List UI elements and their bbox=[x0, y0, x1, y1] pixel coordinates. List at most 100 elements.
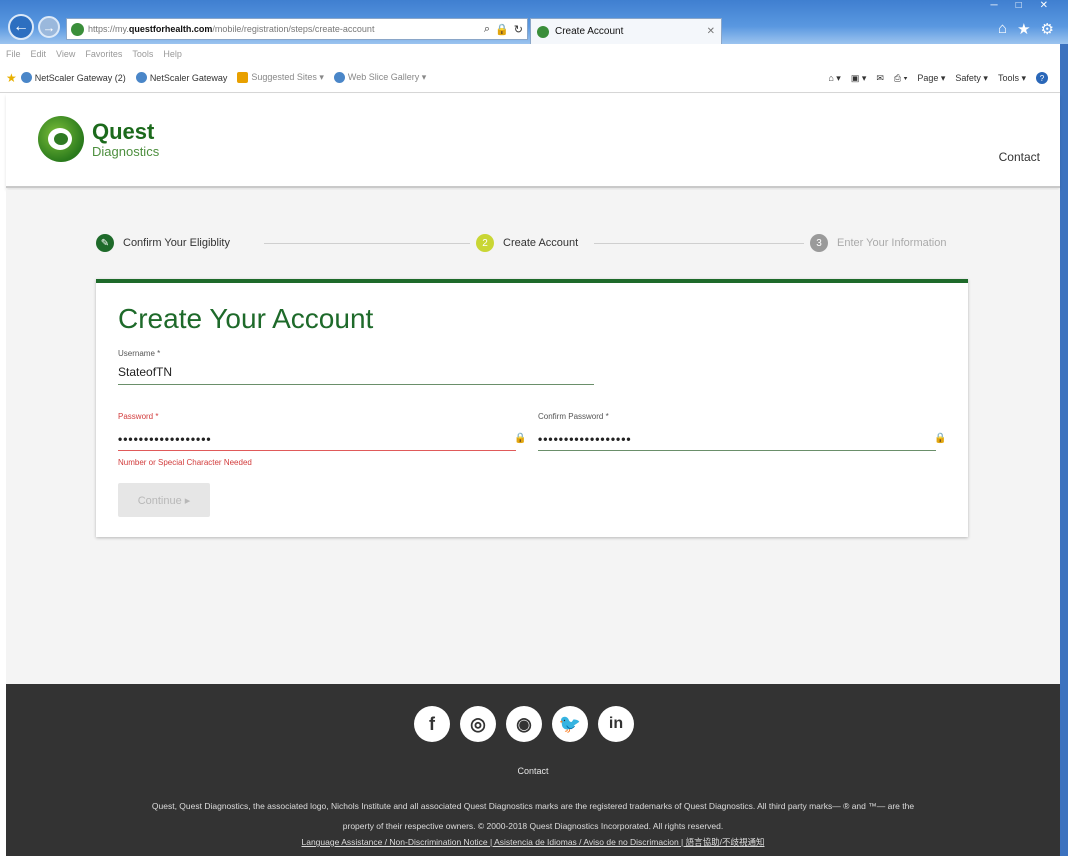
logo-subtitle: Diagnostics bbox=[92, 143, 160, 159]
stepper-connector bbox=[594, 243, 810, 244]
quest-logo[interactable]: Quest Diagnostics bbox=[38, 116, 159, 162]
favorite-netscaler[interactable]: NetScaler Gateway bbox=[135, 72, 228, 83]
site-footer: f ◎ ◉ 🐦 in Contact Quest, Quest Diagnost… bbox=[6, 684, 1060, 856]
confirm-password-field[interactable] bbox=[538, 430, 928, 448]
home-icon[interactable]: ⌂ bbox=[998, 20, 1007, 38]
favorites-star-icon[interactable]: ★ bbox=[6, 71, 17, 85]
step-confirm-eligibility: ✎ Confirm Your Eligiblity bbox=[96, 234, 236, 252]
netscaler-icon bbox=[20, 72, 32, 83]
url-domain: questforhealth.com bbox=[128, 24, 213, 34]
arrow-left-icon: ← bbox=[13, 18, 29, 35]
username-label: Username * bbox=[118, 349, 161, 358]
step-label: Enter Your Information bbox=[837, 237, 947, 249]
pencil-check-icon: ✎ bbox=[96, 234, 114, 252]
favorites-bar: ★ NetScaler Gateway (2) NetScaler Gatewa… bbox=[0, 63, 1068, 93]
quest-logo-icon bbox=[38, 116, 84, 162]
step-label: Create Account bbox=[503, 237, 579, 249]
favorite-netscaler-2[interactable]: NetScaler Gateway (2) bbox=[20, 72, 126, 83]
menu-edit[interactable]: Edit bbox=[31, 49, 47, 59]
username-underline bbox=[118, 384, 594, 385]
favorite-label: NetScaler Gateway (2) bbox=[34, 72, 126, 83]
menu-view[interactable]: View bbox=[56, 49, 75, 59]
favorite-suggested-sites[interactable]: Suggested Sites ▾ bbox=[237, 72, 324, 83]
lock-icon: 🔒 bbox=[934, 433, 947, 444]
password-field[interactable] bbox=[118, 430, 508, 448]
close-window-icon[interactable]: ✕ bbox=[1040, 0, 1048, 11]
address-bar[interactable]: https://my.questforhealth.com/mobile/reg… bbox=[66, 18, 528, 40]
password-label: Password * bbox=[118, 412, 159, 421]
url-prefix: https://my. bbox=[88, 24, 129, 34]
web-slice-icon bbox=[333, 72, 345, 83]
favorite-label: NetScaler Gateway bbox=[149, 72, 228, 83]
mail-icon[interactable]: ✉ bbox=[876, 73, 884, 84]
refresh-icon[interactable]: ↻ bbox=[514, 23, 523, 36]
minimize-icon[interactable]: ─ bbox=[990, 0, 997, 11]
footer-contact-link[interactable]: Contact bbox=[6, 766, 1060, 776]
lock-icon: 🔒 bbox=[514, 433, 527, 444]
safety-menu[interactable]: Safety ▾ bbox=[955, 73, 988, 84]
step-enter-information: 3 Enter Your Information bbox=[804, 234, 953, 252]
progress-stepper: ✎ Confirm Your Eligiblity 2 Create Accou… bbox=[96, 234, 968, 254]
home-page-icon[interactable]: ⌂ ▾ bbox=[828, 73, 840, 84]
twitter-icon[interactable]: 🐦 bbox=[552, 706, 588, 742]
create-account-card: Create Your Account Username * Password … bbox=[96, 279, 968, 537]
netscaler-icon bbox=[135, 72, 147, 83]
facebook-icon[interactable]: f bbox=[414, 706, 450, 742]
search-icon[interactable]: ⌕ bbox=[484, 23, 490, 36]
step-label: Confirm Your Eligiblity bbox=[123, 237, 230, 249]
browser-tab[interactable]: Create Account ✕ bbox=[530, 18, 722, 44]
feeds-icon[interactable]: ▣ ▾ bbox=[851, 73, 867, 84]
username-field[interactable] bbox=[118, 363, 594, 381]
header-contact-link[interactable]: Contact bbox=[999, 150, 1040, 164]
stepper-connector bbox=[264, 243, 476, 244]
step-number-badge: 3 bbox=[810, 234, 828, 252]
lock-icon[interactable]: 🔒 bbox=[495, 23, 509, 36]
bing-icon bbox=[237, 72, 249, 83]
language-assistance-link[interactable]: Language Assistance / Non-Discrimination… bbox=[6, 836, 1060, 848]
tab-title: Create Account bbox=[555, 26, 624, 37]
window-border bbox=[1060, 44, 1068, 856]
legal-line-2: property of their respective owners. © 2… bbox=[342, 821, 724, 831]
settings-gear-icon[interactable]: ⚙ bbox=[1041, 20, 1054, 38]
step-create-account: 2 Create Account bbox=[470, 234, 585, 252]
menu-favorites[interactable]: Favorites bbox=[85, 49, 122, 59]
tab-close-icon[interactable]: ✕ bbox=[707, 26, 715, 37]
url-text[interactable]: https://my.questforhealth.com/mobile/reg… bbox=[88, 24, 480, 34]
legal-notice: Quest, Quest Diagnostics, the associated… bbox=[26, 796, 1040, 836]
print-icon[interactable]: ⎙ ▾ bbox=[894, 73, 907, 84]
rss-icon[interactable]: ◉ bbox=[506, 706, 542, 742]
site-header: Quest Diagnostics Contact bbox=[6, 94, 1060, 188]
menu-tools[interactable]: Tools bbox=[132, 49, 153, 59]
site-favicon bbox=[71, 22, 84, 36]
linkedin-icon[interactable]: in bbox=[598, 706, 634, 742]
tools-menu[interactable]: Tools ▾ bbox=[998, 73, 1026, 84]
step-number-badge: 2 bbox=[476, 234, 494, 252]
logo-name: Quest bbox=[92, 118, 155, 144]
social-links: f ◎ ◉ 🐦 in bbox=[414, 706, 634, 742]
instagram-icon[interactable]: ◎ bbox=[460, 706, 496, 742]
arrow-right-icon: → bbox=[42, 19, 56, 35]
window-controls[interactable]: ─ □ ✕ bbox=[990, 0, 1048, 11]
page-menu[interactable]: Page ▾ bbox=[917, 73, 945, 84]
url-path: /mobile/registration/steps/create-accoun… bbox=[212, 24, 375, 34]
menu-bar: File Edit View Favorites Tools Help bbox=[0, 44, 1068, 63]
confirm-password-label: Confirm Password * bbox=[538, 412, 609, 421]
tab-favicon bbox=[537, 25, 549, 38]
menu-file[interactable]: File bbox=[6, 49, 21, 59]
favorites-star-icon[interactable]: ★ bbox=[1017, 20, 1030, 38]
menu-help[interactable]: Help bbox=[163, 49, 182, 59]
continue-button[interactable]: Continue ▸ bbox=[118, 483, 210, 517]
back-button[interactable]: ← bbox=[8, 14, 34, 40]
command-bar: ⌂ ▾ ▣ ▾ ✉ ⎙ ▾ Page ▾ Safety ▾ Tools ▾ ? bbox=[828, 63, 1048, 93]
page-title: Create Your Account bbox=[118, 303, 374, 334]
favorite-label: Web Slice Gallery ▾ bbox=[347, 72, 427, 82]
forward-button[interactable]: → bbox=[38, 16, 60, 38]
favorite-label: Suggested Sites ▾ bbox=[251, 72, 324, 82]
password-error-text: Number or Special Character Needed bbox=[118, 458, 252, 467]
password-underline bbox=[118, 450, 516, 451]
confirm-password-underline bbox=[538, 450, 936, 451]
browser-titlebar: ─ □ ✕ ← → https://my.questforhealth.com/… bbox=[0, 0, 1068, 44]
help-icon[interactable]: ? bbox=[1036, 72, 1048, 84]
favorite-web-slice-gallery[interactable]: Web Slice Gallery ▾ bbox=[333, 72, 427, 83]
maximize-icon[interactable]: □ bbox=[1016, 0, 1022, 11]
